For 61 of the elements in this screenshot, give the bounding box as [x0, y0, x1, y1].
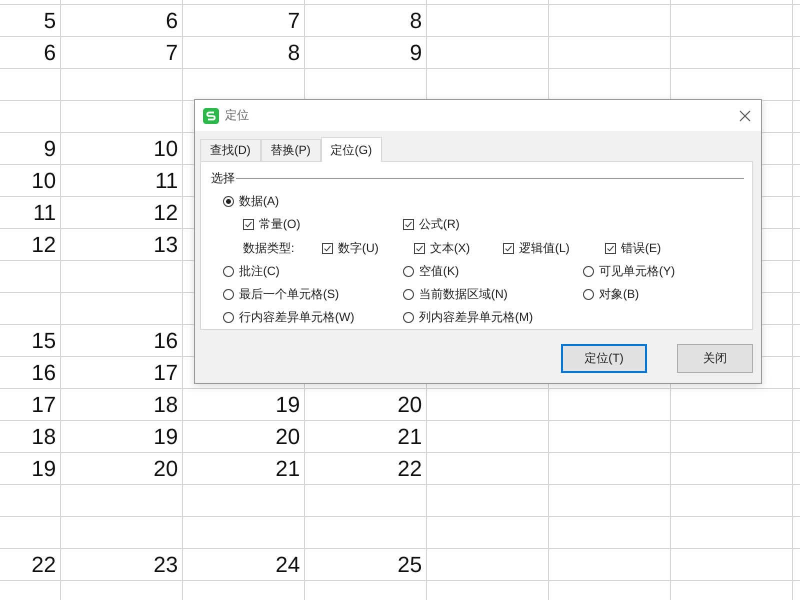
checkbox-option[interactable]: 文本(X) [414, 240, 503, 256]
checkbox-option[interactable]: 错误(E) [605, 240, 744, 256]
cell-value: 11 [33, 200, 56, 226]
radio-option[interactable]: 行内容差异单元格(W) [223, 309, 403, 326]
group-label: 选择 [211, 170, 235, 186]
cell-value: 9 [44, 136, 56, 162]
cell-value: 18 [154, 392, 178, 418]
cell-value: 16 [154, 328, 178, 354]
cell-value: 9 [410, 40, 422, 66]
checkbox-option[interactable]: 常量(O) [243, 216, 403, 233]
radio-option[interactable]: 批注(C) [223, 263, 403, 280]
cell-value: 21 [276, 456, 300, 482]
cell-value: 15 [32, 328, 56, 354]
cell-value: 24 [276, 552, 300, 578]
cell-value: 8 [410, 8, 422, 34]
tab[interactable]: 替换(P) [260, 139, 321, 161]
tab[interactable]: 查找(D) [200, 139, 261, 161]
cell-value: 10 [154, 136, 178, 162]
cell-value: 10 [32, 168, 56, 194]
cell-value: 12 [154, 200, 178, 226]
cell-value: 6 [166, 8, 178, 34]
radio-option[interactable]: 空值(K) [403, 263, 583, 280]
cell-value: 19 [154, 424, 178, 450]
data-type-label: 数据类型: [243, 240, 296, 256]
cell-value: 22 [32, 552, 56, 578]
cell-value: 7 [166, 40, 178, 66]
window-title: 定位 [225, 107, 250, 124]
radio-option[interactable]: 对象(B) [583, 286, 733, 303]
cell-value: 19 [32, 456, 56, 482]
dialog-button[interactable]: 定位(T) [561, 344, 647, 373]
cell-value: 7 [288, 8, 300, 34]
radio-option[interactable]: 当前数据区域(N) [403, 286, 583, 303]
cell-value: 5 [44, 8, 56, 34]
cell-value: 22 [398, 456, 422, 482]
cell-value: 17 [154, 360, 178, 386]
cell-value: 6 [44, 40, 56, 66]
cell-value: 20 [398, 392, 422, 418]
checkbox-option[interactable]: 数字(U) [322, 240, 414, 256]
cell-value: 20 [276, 424, 300, 450]
cell-value: 18 [32, 424, 56, 450]
radio-option[interactable]: 列内容差异单元格(M) [403, 309, 583, 326]
cell-value: 16 [32, 360, 56, 386]
tab[interactable]: 定位(G) [320, 137, 382, 162]
cell-value: 8 [288, 40, 300, 66]
checkbox-option[interactable]: 逻辑值(L) [503, 240, 605, 256]
cell-value: 23 [154, 552, 178, 578]
cell-value: 19 [276, 392, 300, 418]
radio-option[interactable]: 最后一个单元格(S) [223, 286, 403, 303]
radio-option[interactable]: 可见单元格(Y) [583, 263, 733, 280]
app-logo-icon [203, 108, 219, 124]
cell-value: 21 [398, 424, 422, 450]
cell-value: 25 [398, 552, 422, 578]
cell-value: 11 [155, 168, 178, 194]
cell-value: 13 [154, 232, 178, 258]
cell-value: 17 [32, 392, 56, 418]
radio-option[interactable]: 数据(A) [223, 193, 279, 210]
checkbox-option[interactable]: 公式(R) [403, 216, 563, 233]
cell-value: 12 [32, 232, 56, 258]
cell-value: 20 [154, 456, 178, 482]
dialog-button[interactable]: 关闭 [677, 344, 753, 373]
close-icon[interactable] [737, 108, 753, 124]
